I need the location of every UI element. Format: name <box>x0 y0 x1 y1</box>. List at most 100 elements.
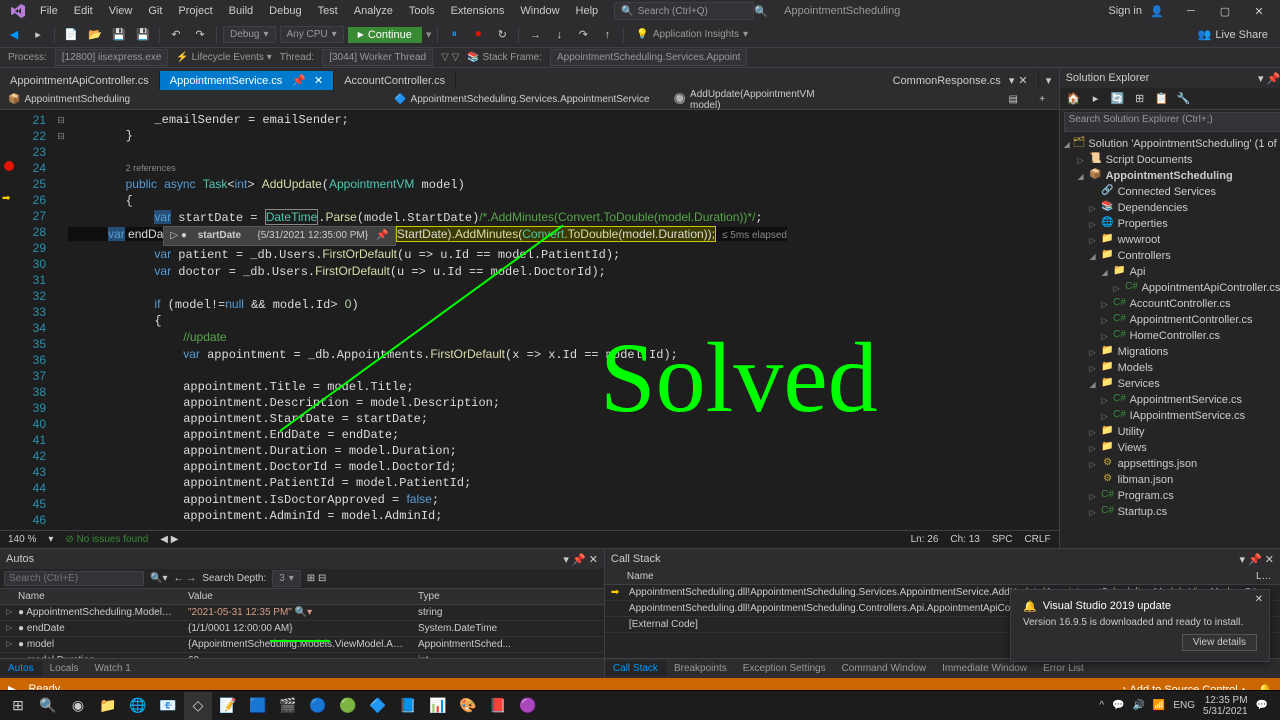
breadcrumb-project[interactable]: 📦 AppointmentScheduling <box>8 94 130 105</box>
fold-column[interactable]: ⊟⊟ <box>54 110 68 530</box>
menu-edit[interactable]: Edit <box>66 2 101 20</box>
menu-git[interactable]: Git <box>140 2 170 20</box>
maximize-button[interactable]: ▢ <box>1208 0 1242 22</box>
step-over-button[interactable]: ↷ <box>573 25 593 45</box>
tree-item[interactable]: 🔗Connected Services <box>1060 184 1280 200</box>
code-editor[interactable]: ➡ 21222324252627282930313233343536373839… <box>0 110 1059 530</box>
step-out-button[interactable]: ↑ <box>597 25 617 45</box>
menu-debug[interactable]: Debug <box>261 2 309 20</box>
pause-button[interactable]: ⏸ <box>444 25 464 45</box>
nav-fwd-button[interactable]: ▸ <box>28 25 48 45</box>
tree-item[interactable]: ▷📚Dependencies <box>1060 200 1280 216</box>
autos-search-input[interactable] <box>4 571 144 586</box>
start-button[interactable]: ⊞ <box>4 692 32 720</box>
config-dropdown[interactable]: Debug▾ <box>223 26 276 43</box>
platform-dropdown[interactable]: Any CPU▾ <box>280 26 344 43</box>
menu-test[interactable]: Test <box>310 2 346 20</box>
task-search-icon[interactable]: 🔍 <box>34 692 62 720</box>
split-editor-button[interactable]: ▤ <box>1005 90 1022 110</box>
callstack-tab[interactable]: Command Window <box>834 661 934 676</box>
tree-item[interactable]: ◢📦AppointmentScheduling <box>1060 168 1280 184</box>
menu-project[interactable]: Project <box>170 2 220 20</box>
tree-item[interactable]: ▷📜Script Documents <box>1060 152 1280 168</box>
quick-launch-search[interactable]: 🔍 Search (Ctrl+Q) <box>614 2 754 20</box>
user-icon[interactable]: 👤 <box>1150 5 1166 18</box>
tree-item[interactable]: ◢📁Controllers <box>1060 248 1280 264</box>
autos-tab[interactable]: Autos <box>0 661 42 676</box>
tree-item[interactable]: ▷C#HomeController.cs <box>1060 328 1280 344</box>
code-content[interactable]: _emailSender = emailSender; } 2 referenc… <box>68 110 1059 530</box>
tree-item[interactable]: ▷C#AppointmentController.cs <box>1060 312 1280 328</box>
menu-build[interactable]: Build <box>221 2 261 20</box>
menu-analyze[interactable]: Analyze <box>346 2 401 20</box>
tree-item[interactable]: ◢📁Services <box>1060 376 1280 392</box>
menu-view[interactable]: View <box>101 2 141 20</box>
open-button[interactable]: 📂 <box>85 25 105 45</box>
tree-item[interactable]: ▷📁Utility <box>1060 424 1280 440</box>
thread-dropdown[interactable]: [3044] Worker Thread <box>322 49 433 66</box>
menu-help[interactable]: Help <box>568 2 607 20</box>
menu-extensions[interactable]: Extensions <box>443 2 513 20</box>
tree-item[interactable]: ▷C#AppointmentApiController.cs <box>1060 280 1280 296</box>
tree-item[interactable]: ▷📁Migrations <box>1060 344 1280 360</box>
breadcrumb-method[interactable]: 🔘 AddUpdate(AppointmentVM model) <box>674 89 821 111</box>
add-button[interactable]: + <box>1034 90 1051 110</box>
callstack-tab[interactable]: Error List <box>1035 661 1092 676</box>
zoom-level[interactable]: 140 % <box>8 534 36 545</box>
new-button[interactable]: 📄 <box>61 25 81 45</box>
editor-tab[interactable]: CommonResponse.cs▾✕ <box>883 71 1039 90</box>
toast-close-button[interactable]: ✕ <box>1255 594 1263 605</box>
editor-tab[interactable]: AccountController.cs <box>334 71 456 90</box>
panel-pin-icon[interactable]: ▾ 📌 ✕ <box>1258 72 1280 85</box>
tree-item[interactable]: ▷C#AccountController.cs <box>1060 296 1280 312</box>
tree-item[interactable]: ▷C#Startup.cs <box>1060 504 1280 520</box>
tree-item[interactable]: ▷C#AppointmentService.cs <box>1060 392 1280 408</box>
menu-file[interactable]: File <box>32 2 66 20</box>
step-into-button[interactable]: ↓ <box>549 25 569 45</box>
signin-link[interactable]: Sign in <box>1108 5 1142 17</box>
autos-row[interactable]: ▷● endDate{1/1/0001 12:00:00 AM}System.D… <box>0 621 604 637</box>
stop-button[interactable]: ⏹ <box>468 25 488 45</box>
tree-item[interactable]: ▷⚙appsettings.json <box>1060 456 1280 472</box>
callstack-tab[interactable]: Breakpoints <box>666 661 735 676</box>
continue-button[interactable]: Continue <box>348 27 422 43</box>
tree-item[interactable]: ▷📁Models <box>1060 360 1280 376</box>
nav-back-button[interactable]: ◀ <box>4 25 24 45</box>
tree-item[interactable]: ◢📁Api <box>1060 264 1280 280</box>
depth-dropdown[interactable]: 3 ▾ <box>272 570 301 587</box>
save-button[interactable]: 💾 <box>109 25 129 45</box>
saveall-button[interactable]: 💾 <box>133 25 153 45</box>
stackframe-dropdown[interactable]: AppointmentScheduling.Services.Appoint <box>550 49 747 66</box>
tree-item[interactable]: ▷C#Program.cs <box>1060 488 1280 504</box>
menu-tools[interactable]: Tools <box>401 2 443 20</box>
autos-tab[interactable]: Locals <box>42 661 87 676</box>
tree-item[interactable]: ▷C#IAppointmentService.cs <box>1060 408 1280 424</box>
tree-item[interactable]: ▷🌐Properties <box>1060 216 1280 232</box>
issues-indicator[interactable]: ⊘ No issues found <box>65 534 148 545</box>
toast-view-details-button[interactable]: View details <box>1182 634 1257 651</box>
editor-gutter[interactable]: ➡ <box>0 110 20 530</box>
tree-item[interactable]: ▷📁wwwroot <box>1060 232 1280 248</box>
redo-button[interactable]: ↷ <box>190 25 210 45</box>
callstack-tab[interactable]: Immediate Window <box>934 661 1035 676</box>
autos-tab[interactable]: Watch 1 <box>86 661 138 676</box>
process-dropdown[interactable]: [12800] iisexpress.exe <box>55 49 169 66</box>
restart-button[interactable]: ↻ <box>492 25 512 45</box>
insights-dropdown[interactable]: 💡 Application Insights ▾ <box>630 27 754 42</box>
autos-row[interactable]: ▷● AppointmentScheduling.Models.Vi..."20… <box>0 605 604 621</box>
menu-window[interactable]: Window <box>512 2 567 20</box>
tree-solution[interactable]: ◢🗂Solution 'AppointmentScheduling' (1 of… <box>1060 136 1280 152</box>
editor-tab[interactable]: AppointmentApiController.cs <box>0 71 160 90</box>
solution-tree[interactable]: ◢🗂Solution 'AppointmentScheduling' (1 of… <box>1060 134 1280 548</box>
se-home-button[interactable]: 🏠 <box>1064 89 1084 109</box>
tab-overflow-button[interactable]: ▾ <box>1039 70 1059 90</box>
breakpoint-icon[interactable] <box>4 161 14 171</box>
callstack-tab[interactable]: Exception Settings <box>735 661 834 676</box>
editor-tab[interactable]: AppointmentService.cs📌✕ <box>160 71 334 90</box>
autos-grid[interactable]: Name Value Type ▷● AppointmentScheduling… <box>0 589 604 658</box>
tree-item[interactable]: ⚙libman.json <box>1060 472 1280 488</box>
callstack-tab[interactable]: Call Stack <box>605 661 666 676</box>
tree-item[interactable]: ▷📁Views <box>1060 440 1280 456</box>
step-next-button[interactable]: → <box>525 25 545 45</box>
close-button[interactable]: ✕ <box>1242 0 1276 22</box>
